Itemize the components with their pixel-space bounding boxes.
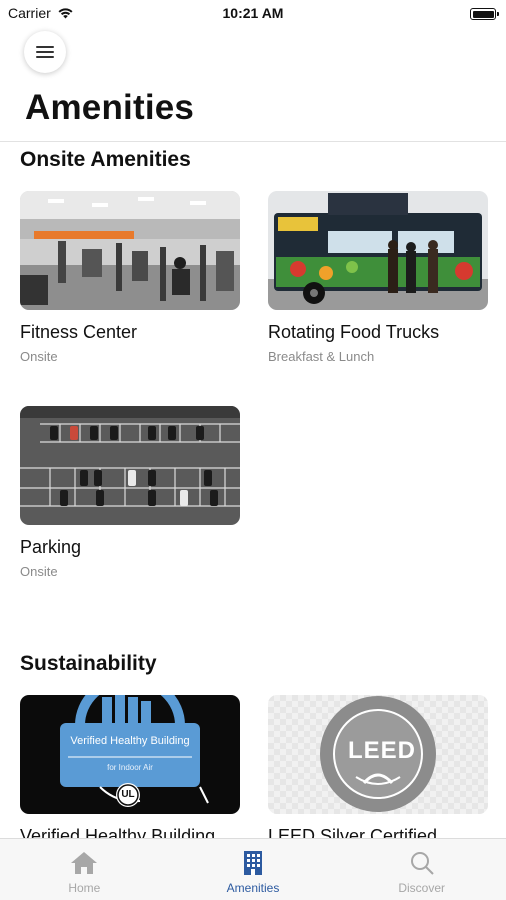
amenity-card-parking[interactable]: Parking Onsite <box>20 406 240 579</box>
section-title-onsite-amenities: Onsite Amenities <box>20 148 191 171</box>
amenity-card-rotating-food-trucks[interactable]: Rotating Food Trucks Breakfast & Lunch <box>268 191 488 364</box>
badge-title-text: Verified Healthy Building <box>70 735 190 747</box>
healthy-building-badge: Verified Healthy Building for Indoor Air… <box>20 695 240 814</box>
tab-home[interactable]: Home <box>0 839 169 900</box>
tab-label: Home <box>68 881 101 895</box>
section-title-sustainability: Sustainability <box>20 652 157 675</box>
menu-button[interactable] <box>24 31 66 73</box>
home-icon <box>71 852 98 874</box>
tab-discover[interactable]: Discover <box>337 839 506 900</box>
ul-logo: UL <box>121 789 135 800</box>
parking-lot-photo <box>20 406 240 525</box>
tab-amenities[interactable]: Amenities <box>169 839 338 900</box>
amenity-card-fitness-center[interactable]: Fitness Center Onsite <box>20 191 240 364</box>
card-title: Verified Healthy Building <box>20 826 216 838</box>
hamburger-icon <box>36 46 54 58</box>
card-title: Parking <box>20 537 82 557</box>
status-time: 10:21 AM <box>222 5 284 21</box>
tab-label: Amenities <box>226 881 280 895</box>
content-scroll-area[interactable]: Onsite Amenities Fitness Center Onsite R… <box>0 142 506 838</box>
tab-label: Discover <box>398 881 446 895</box>
sustainability-card-verified-healthy-building[interactable]: Verified Healthy Building for Indoor Air… <box>20 695 240 838</box>
card-title: Fitness Center <box>20 322 138 342</box>
search-icon <box>410 852 434 875</box>
page-title: Amenities <box>25 88 195 127</box>
leed-badge: LEED <box>268 695 488 814</box>
badge-subtitle-text: for Indoor Air <box>107 763 153 772</box>
sustainability-card-leed-silver-certified[interactable]: LEED LEED Silver Certified <box>268 695 488 838</box>
leed-logo-text: LEED <box>348 737 417 764</box>
card-subtitle: Breakfast & Lunch <box>268 349 375 364</box>
battery-icon <box>470 8 499 20</box>
tab-bar: Home Amenities Discover <box>0 838 506 900</box>
building-icon <box>244 851 262 875</box>
food-truck-photo <box>268 191 488 310</box>
card-subtitle: Onsite <box>20 349 58 364</box>
card-title: LEED Silver Certified <box>268 826 438 838</box>
gym-photo <box>20 191 240 310</box>
status-bar: Carrier 10:21 AM <box>0 0 506 28</box>
card-subtitle: Onsite <box>20 564 58 579</box>
card-title: Rotating Food Trucks <box>268 322 440 342</box>
